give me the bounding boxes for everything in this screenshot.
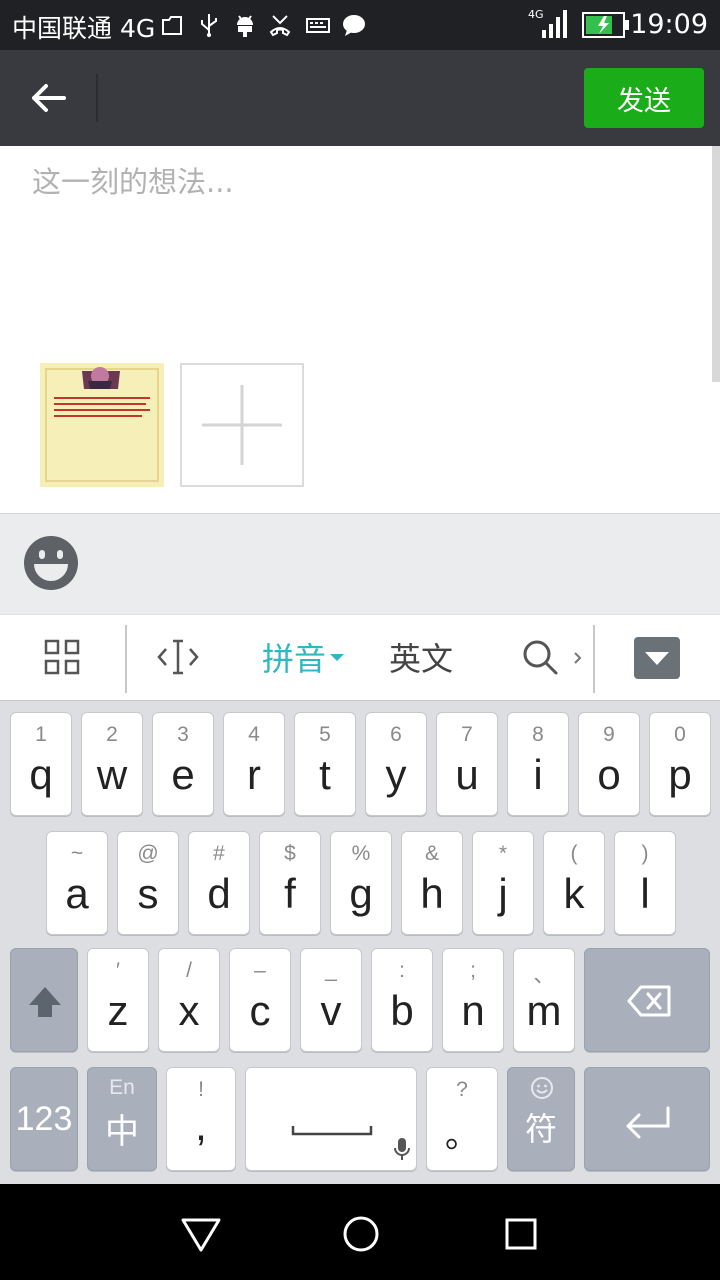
language-sub-label: En — [109, 1076, 135, 1099]
plus-icon — [202, 385, 282, 465]
key-c[interactable]: – c — [229, 948, 291, 1052]
moment-text-input[interactable]: 这一刻的想法... — [32, 164, 692, 224]
key-v[interactable]: _ v — [300, 948, 362, 1052]
home-circle-icon[interactable] — [339, 1212, 383, 1256]
enter-key[interactable] — [584, 1067, 710, 1171]
key-y[interactable]: 6y — [365, 712, 427, 816]
key-t[interactable]: 5t — [294, 712, 356, 816]
add-photo-button[interactable] — [180, 363, 304, 487]
key-n[interactable]: ; n — [442, 948, 504, 1052]
symbol-key-label: 符 — [524, 1110, 557, 1148]
key-f[interactable]: $ f — [259, 831, 321, 935]
key-l[interactable]: ) l — [614, 831, 676, 935]
usb-icon — [201, 14, 217, 37]
key-r[interactable]: 4r — [223, 712, 285, 816]
key-z[interactable]: ′ z — [87, 948, 149, 1052]
file-icon — [162, 16, 182, 35]
english-mode-tab[interactable]: 英文 — [389, 635, 453, 679]
numbers-key[interactable]: 123 — [10, 1067, 78, 1171]
navigation-bar — [0, 1184, 720, 1280]
key-q[interactable]: 1q — [10, 712, 72, 816]
backspace-icon — [627, 985, 671, 1017]
language-switch-key[interactable]: En 中 — [87, 1067, 157, 1171]
key-m[interactable]: 、 m — [513, 948, 575, 1052]
period-key[interactable]: ? 。 — [426, 1067, 498, 1171]
smiley-icon — [531, 1077, 553, 1099]
numbers-key-label: 123 — [15, 1100, 73, 1138]
chevron-right-icon[interactable] — [572, 649, 584, 667]
key-p[interactable]: 0p — [649, 712, 711, 816]
backspace-key[interactable] — [584, 948, 710, 1052]
microphone-icon — [394, 1138, 410, 1160]
title-divider — [96, 74, 98, 122]
keyboard-icon — [306, 18, 330, 33]
shift-key[interactable] — [10, 948, 78, 1052]
language-main-label: 中 — [105, 1112, 139, 1152]
key-s[interactable]: @ s — [117, 831, 179, 935]
carrier-label: 中国联通 4G — [12, 14, 156, 43]
pinyin-mode-tab[interactable]: 拼音 — [262, 635, 345, 679]
keyboard: 1q 2w 3e 4r 5t 6y 7u 8i 9o 0p ~ a @ s # d $… — [0, 701, 720, 1184]
key-h[interactable]: & h — [401, 831, 463, 935]
key-a[interactable]: ~ a — [46, 831, 108, 935]
emoji-bar — [0, 513, 720, 614]
recents-square-icon[interactable] — [499, 1212, 543, 1256]
compose-area: 这一刻的想法... — [0, 146, 720, 513]
title-bar: 发送 — [0, 50, 720, 146]
photo-thumbnail-image — [40, 363, 164, 487]
photo-thumbnail[interactable] — [40, 363, 164, 487]
key-x[interactable]: / x — [158, 948, 220, 1052]
symbol-key[interactable]: 符 — [507, 1067, 575, 1171]
key-e[interactable]: 3e — [152, 712, 214, 816]
send-button[interactable]: 发送 — [584, 68, 704, 128]
ime-separator — [593, 625, 595, 693]
key-b[interactable]: :b — [371, 948, 433, 1052]
shift-arrow-icon — [29, 987, 61, 1017]
ime-toolbar: 拼音 英文 — [0, 614, 720, 701]
key-k[interactable]: (k — [543, 831, 605, 935]
cursor-move-icon[interactable] — [156, 637, 200, 677]
grid-menu-icon[interactable] — [44, 639, 80, 675]
english-label: 英文 — [389, 640, 454, 678]
comma-key[interactable]: ! , — [166, 1067, 236, 1171]
clock: 19:09 — [630, 9, 708, 40]
back-arrow-icon[interactable] — [24, 78, 72, 118]
key-j[interactable]: * j — [472, 831, 534, 935]
ime-separator — [125, 625, 127, 693]
emoji-icon[interactable] — [24, 536, 78, 590]
hide-keyboard-icon[interactable] — [634, 637, 680, 679]
key-g[interactable]: % g — [330, 831, 392, 935]
back-triangle-icon[interactable] — [179, 1212, 223, 1256]
battery-icon — [582, 12, 629, 38]
chat-bubble-icon — [343, 15, 365, 36]
missed-call-icon — [269, 15, 291, 37]
key-d[interactable]: # d — [188, 831, 250, 935]
key-o[interactable]: 9o — [578, 712, 640, 816]
space-bar-icon — [291, 1126, 410, 1160]
signal-tag: 4G — [528, 8, 544, 21]
signal-icon: 4G — [528, 8, 567, 38]
scrollbar[interactable] — [712, 146, 720, 382]
dropdown-triangle-icon — [330, 654, 345, 661]
status-bar: 中国联通 4G 4G 19:09 — [0, 0, 720, 50]
android-icon — [237, 15, 253, 37]
enter-icon — [626, 1106, 670, 1139]
space-key[interactable] — [245, 1067, 417, 1171]
pinyin-label: 拼音 — [262, 640, 327, 678]
key-u[interactable]: 7u — [436, 712, 498, 816]
key-i[interactable]: 8i — [507, 712, 569, 816]
search-icon[interactable] — [520, 637, 560, 677]
key-w[interactable]: 2w — [81, 712, 143, 816]
